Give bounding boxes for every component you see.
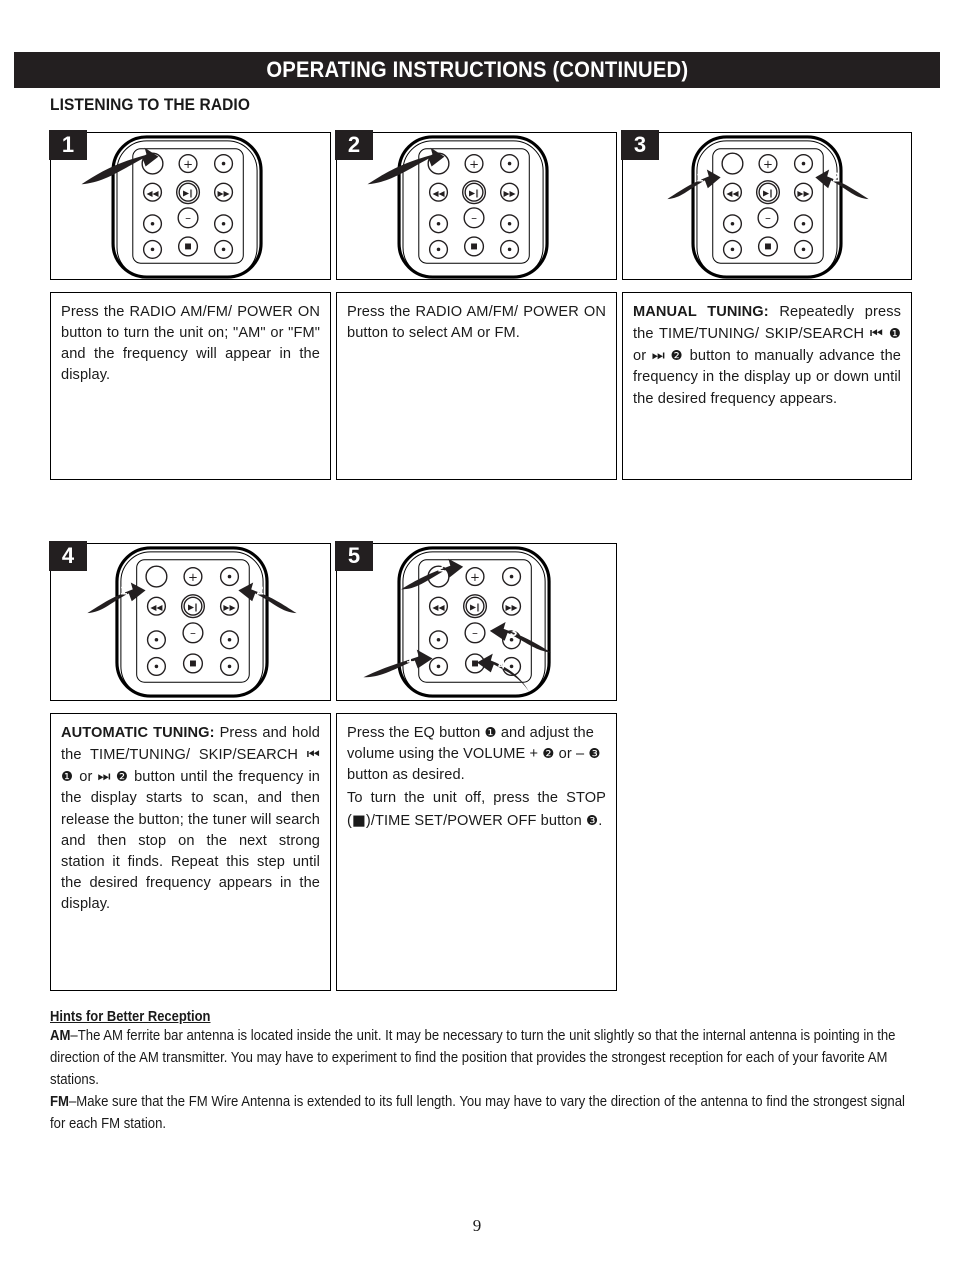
step-3-caption-text: MANUAL TUNING: Repeatedly press the TIME…	[633, 304, 902, 407]
arrow-2-label: 2	[438, 560, 445, 575]
svg-text:+: +	[470, 570, 480, 584]
hints-am-paragraph: AM–The AM ferrite bar antenna is located…	[50, 1026, 911, 1092]
step-4: 4 + – ◀◀ ▶▶ ▶‖ 1 2 AUTOMATIC TUNING: Pre…	[49, 541, 331, 991]
svg-text:+: +	[183, 157, 193, 171]
arrow-to-power-button	[81, 147, 159, 185]
arrow-3-label: 3	[510, 624, 517, 639]
page-title: OPERATING INSTRUCTIONS (CONTINUED)	[266, 57, 688, 82]
svg-text:▶‖: ▶‖	[763, 189, 773, 198]
arrow-1-label: 1	[120, 582, 127, 597]
svg-text:▶‖: ▶‖	[188, 603, 198, 612]
step-1-figure: + – ◀◀ ▶▶ ▶‖	[50, 132, 331, 280]
svg-text:▶▶: ▶▶	[503, 189, 516, 198]
svg-text:–: –	[471, 211, 477, 225]
step-5-badge: 5	[335, 541, 373, 571]
svg-text:▶‖: ▶‖	[470, 603, 480, 612]
step-5: 5 + – ◀◀ ▶▶ ▶‖ 2 3 1 4 Press the EQ butt…	[335, 541, 617, 991]
svg-text:▶‖: ▶‖	[183, 189, 193, 198]
svg-text:–: –	[190, 626, 196, 640]
step-4-badge: 4	[49, 541, 87, 571]
arrow-3-to-volume-down-button	[489, 622, 552, 653]
arrow-2-label: 2	[832, 169, 839, 184]
svg-text:–: –	[472, 626, 478, 640]
svg-text:◀◀: ◀◀	[146, 189, 159, 198]
step-2-caption: Press the RADIO AM/FM/ POWER ON button t…	[336, 292, 617, 480]
step-1-caption-text: Press the RADIO AM/FM/ POWER ON button t…	[61, 304, 320, 384]
page-number: 9	[472, 1216, 482, 1235]
svg-text:+: +	[469, 157, 479, 171]
step-3-badge: 3	[621, 130, 659, 160]
step-3-figure: + – ◀◀ ▶▶ ▶‖ 1 2	[622, 132, 912, 280]
page-header-bar: OPERATING INSTRUCTIONS (CONTINUED)	[14, 52, 940, 88]
svg-text:▶▶: ▶▶	[505, 603, 518, 612]
step-4-caption: AUTOMATIC TUNING: Press and hold the TIM…	[50, 713, 331, 991]
hints-fm-paragraph: FM–Make sure that the FM Wire Antenna is…	[50, 1092, 911, 1136]
svg-text:◀◀: ◀◀	[432, 603, 445, 612]
step-3-caption: MANUAL TUNING: Repeatedly press the TIME…	[622, 292, 912, 480]
hints-fm-text: –Make sure that the FM Wire Antenna is e…	[50, 1093, 905, 1132]
svg-text:▶▶: ▶▶	[217, 189, 230, 198]
svg-text:◀◀: ◀◀	[150, 603, 163, 612]
step-1-caption: Press the RADIO AM/FM/ POWER ON button t…	[50, 292, 331, 480]
hints-am-text: –The AM ferrite bar antenna is located i…	[50, 1028, 896, 1088]
svg-text:+: +	[763, 157, 773, 171]
step-4-caption-text: AUTOMATIC TUNING: Press and hold the TIM…	[61, 725, 321, 913]
svg-text:▶‖: ▶‖	[469, 189, 479, 198]
step-5-caption: Press the EQ button ❶ and adjust the vol…	[336, 713, 617, 991]
step-4-figure: + – ◀◀ ▶▶ ▶‖ 1 2	[50, 543, 331, 701]
hints-heading: Hints for Better Reception	[50, 1009, 211, 1025]
step-2-figure: + – ◀◀ ▶▶ ▶‖	[336, 132, 617, 280]
section-heading: LISTENING TO THE RADIO	[50, 96, 250, 114]
arrow-to-power-button	[367, 147, 445, 185]
svg-text:▶▶: ▶▶	[797, 189, 810, 198]
arrow-2-label: 2	[257, 582, 264, 597]
step-2: 2 + – ◀◀ ▶▶ ▶‖ Press the RADIO AM/FM/ PO…	[335, 130, 617, 480]
svg-text:–: –	[185, 211, 191, 225]
step-1: 1 + – ◀◀ ▶▶ ▶‖ Press the RADIO AM/FM/ PO…	[49, 130, 331, 480]
arrow-1-label: 1	[696, 169, 703, 184]
manual-page: OPERATING INSTRUCTIONS (CONTINUED) LISTE…	[0, 0, 954, 1272]
svg-text:▶▶: ▶▶	[223, 603, 236, 612]
svg-text:◀◀: ◀◀	[432, 189, 445, 198]
step-5-caption-text: Press the EQ button ❶ and adjust the vol…	[347, 725, 601, 784]
step-5-caption-text-2: To turn the unit off, press the STOP (■)…	[347, 790, 606, 829]
step-2-badge: 2	[335, 130, 373, 160]
step-2-caption-text: Press the RADIO AM/FM/ POWER ON button t…	[347, 304, 606, 342]
arrow-4-label: 4	[498, 656, 506, 671]
hints-fm-label: FM	[50, 1093, 69, 1110]
svg-text:+: +	[188, 570, 198, 584]
hints-am-label: AM	[50, 1028, 71, 1044]
svg-text:◀◀: ◀◀	[726, 189, 739, 198]
step-1-badge: 1	[49, 130, 87, 160]
arrow-1-label: 1	[406, 650, 413, 665]
step-5-figure: + – ◀◀ ▶▶ ▶‖ 2 3 1 4	[336, 543, 617, 701]
step-3: 3 + – ◀◀ ▶▶ ▶‖ 1 2 MANUAL TUNING: Repeat…	[621, 130, 912, 480]
hints-section: Hints for Better Reception AM–The AM fer…	[50, 1009, 912, 1135]
svg-text:–: –	[765, 211, 771, 225]
